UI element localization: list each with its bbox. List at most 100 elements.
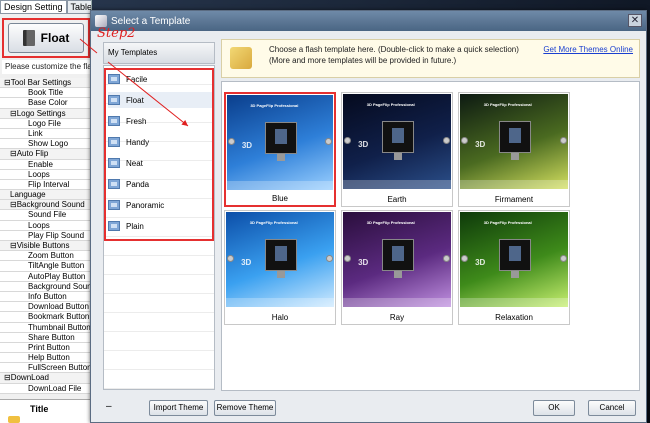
remove-theme-button[interactable]: Remove Theme: [214, 400, 276, 416]
preview-header-text: 3D PageFlip Professional: [483, 219, 532, 225]
tree-item[interactable]: Language: [0, 190, 91, 201]
template-thumbnail-relaxation[interactable]: 3D PageFlip Professional 3D Relaxation: [458, 210, 570, 325]
tree-item[interactable]: Thumbnail Button: [0, 322, 91, 333]
thumbnail-caption: Firmament: [494, 195, 534, 204]
list-stripe: [104, 256, 214, 275]
tab-design-setting[interactable]: Design Setting: [0, 0, 67, 13]
tree-item[interactable]: Bookmark Button: [0, 312, 91, 323]
monitor-graphic: [498, 120, 532, 153]
template-thumbnail-firmament[interactable]: 3D PageFlip Professional 3D Firmament: [458, 92, 570, 207]
info-bar: Choose a flash template here. (Double-cl…: [221, 39, 640, 78]
tree-item[interactable]: AutoPlay Button: [0, 271, 91, 282]
right-nav-icon: [443, 254, 450, 262]
info-line-2: (More and more templates will be provide…: [269, 56, 457, 65]
tree-item[interactable]: Loops: [0, 220, 91, 231]
close-icon[interactable]: ✕: [628, 14, 642, 27]
monitor-stand-graphic: [393, 152, 403, 161]
tree-item[interactable]: Sound File: [0, 210, 91, 221]
monitor-graphic: [498, 238, 532, 271]
preview-logo-text: 3D: [475, 139, 486, 149]
monitor-graphic: [381, 238, 415, 271]
preview-header-text: 3D PageFlip Professional: [366, 219, 415, 225]
left-nav-icon: [461, 254, 468, 262]
template-thumbnail-blue[interactable]: 3D PageFlip Professional 3D Blue: [224, 92, 336, 207]
customize-note: Please customize the flash: [2, 60, 90, 74]
tree-item[interactable]: TiltAngle Button: [0, 261, 91, 272]
get-more-themes-link[interactable]: Get More Themes Online: [543, 45, 633, 54]
tree-item[interactable]: Share Button: [0, 332, 91, 343]
settings-tree: ⊟Tool Bar Settings Book Title Base Color ⊟L…: [0, 78, 91, 394]
preview-toolbar-graphic: [460, 297, 568, 307]
preview-header-text: 3D PageFlip Professional: [366, 101, 415, 107]
tree-item[interactable]: Logo File: [0, 118, 91, 129]
thumbnail-preview: 3D PageFlip Professional 3D: [343, 94, 451, 189]
thumbnail-preview: 3D PageFlip Professional 3D: [343, 212, 451, 307]
tab-table-of-contents[interactable]: Table of Contents: [66, 0, 91, 13]
list-stripe: [104, 332, 214, 351]
my-templates-header: My Templates: [103, 42, 215, 64]
template-thumbnail-halo[interactable]: 3D PageFlip Professional 3D Halo: [224, 210, 336, 325]
tree-item[interactable]: Download Button: [0, 302, 91, 313]
thumbnail-preview: 3D PageFlip Professional 3D: [460, 212, 568, 307]
tree-item[interactable]: ⊟DownLoad: [0, 373, 91, 384]
list-stripe: [104, 370, 214, 389]
list-stripe: [104, 351, 214, 370]
preview-toolbar-graphic: [343, 179, 451, 189]
right-nav-icon: [560, 136, 567, 144]
tree-item[interactable]: ⊟Auto Flip: [0, 149, 91, 160]
tree-item[interactable]: ⊟Visible Buttons: [0, 241, 91, 252]
template-thumbnail-ray[interactable]: 3D PageFlip Professional 3D Ray: [341, 210, 453, 325]
tree-item[interactable]: Flip Interval: [0, 179, 91, 191]
dash-text: –: [106, 401, 112, 412]
tree-item[interactable]: Play Flip Sound: [0, 230, 91, 241]
cancel-button[interactable]: Cancel: [588, 400, 636, 416]
monitor-stand-graphic: [510, 152, 520, 161]
list-stripe: [104, 294, 214, 313]
preview-logo-text: 3D: [358, 139, 369, 149]
preview-header-text: 3D PageFlip Professional: [250, 102, 299, 108]
preview-logo-text: 3D: [358, 257, 369, 267]
thumbnail-preview: 3D PageFlip Professional 3D: [227, 95, 333, 190]
monitor-stand-graphic: [510, 270, 520, 279]
template-thumbnail-grid: 3D PageFlip Professional 3D Blue 3D PageFli…: [221, 81, 640, 391]
tree-item[interactable]: Print Button: [0, 342, 91, 354]
preview-toolbar-graphic: [343, 297, 451, 307]
import-theme-button[interactable]: Import Theme: [149, 400, 208, 416]
thumbnail-caption: Halo: [271, 313, 289, 322]
info-line-1: Choose a flash template here. (Double-cl…: [269, 45, 519, 54]
tree-item[interactable]: Loops: [0, 169, 91, 180]
right-nav-icon: [443, 136, 450, 144]
panel-tabs: Design Setting Table of Contents: [0, 0, 91, 14]
pencil-icon: [8, 416, 20, 423]
tree-item[interactable]: Help Button: [0, 353, 91, 364]
dialog-title: Select a Template: [111, 15, 191, 27]
tree-item[interactable]: ⊟Tool Bar Settings: [0, 78, 91, 89]
left-nav-icon: [461, 136, 468, 144]
preview-header-text: 3D PageFlip Professional: [249, 219, 298, 225]
tree-item[interactable]: ⊟Logo Settings: [0, 108, 91, 119]
ok-button[interactable]: OK: [533, 400, 575, 416]
dialog-titlebar: Select a Template: [91, 11, 646, 31]
monitor-graphic: [381, 120, 415, 153]
template-list-highlight: [104, 68, 214, 241]
preview-logo-text: 3D: [241, 257, 252, 267]
tree-item[interactable]: FullScreen Button: [0, 363, 91, 374]
tree-item[interactable]: Enable: [0, 159, 91, 170]
tree-item[interactable]: Show Logo: [0, 139, 91, 150]
list-stripe: [104, 275, 214, 294]
monitor-stand-graphic: [276, 270, 286, 279]
left-nav-icon: [344, 136, 351, 144]
tree-item[interactable]: DownLoad File: [0, 383, 91, 394]
float-template-button[interactable]: Float: [8, 23, 84, 53]
tree-item[interactable]: Link: [0, 128, 91, 140]
tree-item[interactable]: Background Soun...: [0, 281, 91, 292]
tree-item[interactable]: Book Title: [0, 88, 91, 99]
tree-item[interactable]: Zoom Button: [0, 251, 91, 262]
left-nav-icon: [227, 254, 234, 262]
design-setting-panel: Design Setting Table of Contents Float P…: [0, 0, 92, 423]
template-thumbnail-earth[interactable]: 3D PageFlip Professional 3D Earth: [341, 92, 453, 207]
tree-item[interactable]: ⊟Background Sound: [0, 200, 91, 211]
tree-item[interactable]: Info Button: [0, 291, 91, 303]
tree-item[interactable]: Base Color: [0, 98, 91, 109]
title-label: Title: [30, 404, 49, 414]
